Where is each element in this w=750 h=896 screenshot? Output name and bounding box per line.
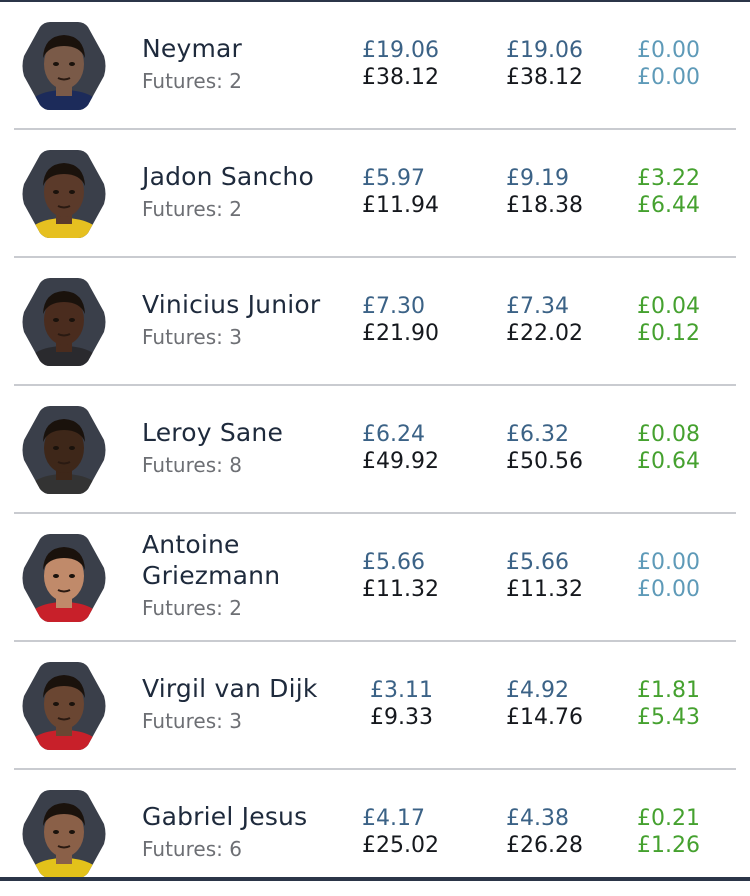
unit-value: £9.19 bbox=[506, 166, 569, 191]
player-avatar bbox=[20, 20, 108, 112]
total-change: £6.44 bbox=[637, 193, 700, 218]
total-price: £11.94 bbox=[362, 193, 439, 218]
price-column: £6.24 £49.92 bbox=[362, 386, 472, 510]
player-info: Gabriel Jesus Futures: 6 bbox=[142, 770, 347, 894]
total-change: £0.00 bbox=[637, 577, 700, 602]
player-futures: Futures: 8 bbox=[142, 452, 242, 477]
total-price: £9.33 bbox=[370, 705, 433, 730]
value-column: £4.38 £26.28 bbox=[506, 770, 616, 894]
price-column: £5.66 £11.32 bbox=[362, 514, 472, 638]
value-column: £7.34 £22.02 bbox=[506, 258, 616, 382]
total-price: £38.12 bbox=[362, 65, 439, 90]
value-column: £5.66 £11.32 bbox=[506, 514, 616, 638]
player-row[interactable]: Neymar Futures: 2 £19.06 £38.12 £19.06 £… bbox=[14, 2, 736, 130]
total-change: £1.26 bbox=[637, 833, 700, 858]
unit-value: £4.38 bbox=[506, 806, 569, 831]
total-value: £14.76 bbox=[506, 705, 583, 730]
unit-price: £7.30 bbox=[362, 294, 425, 319]
player-name: Gabriel Jesus bbox=[142, 801, 308, 831]
total-value: £22.02 bbox=[506, 321, 583, 346]
change-column: £0.00 £0.00 bbox=[637, 2, 747, 126]
unit-value: £4.92 bbox=[506, 678, 569, 703]
total-change: £0.00 bbox=[637, 65, 700, 90]
price-column: £19.06 £38.12 bbox=[362, 2, 472, 126]
player-futures: Futures: 2 bbox=[142, 68, 242, 93]
value-column: £9.19 £18.38 bbox=[506, 130, 616, 254]
price-column: £3.11 £9.33 bbox=[370, 642, 480, 766]
total-price: £49.92 bbox=[362, 449, 439, 474]
unit-change: £0.00 bbox=[637, 38, 700, 63]
change-column: £0.08 £0.64 bbox=[637, 386, 747, 510]
unit-value: £6.32 bbox=[506, 422, 569, 447]
player-name: Leroy Sane bbox=[142, 417, 284, 447]
player-row[interactable]: Vinicius Junior Futures: 3 £7.30 £21.90 … bbox=[14, 258, 736, 386]
unit-value: £19.06 bbox=[506, 38, 583, 63]
unit-price: £19.06 bbox=[362, 38, 439, 63]
player-name: Jadon Sancho bbox=[142, 161, 314, 191]
price-column: £4.17 £25.02 bbox=[362, 770, 472, 894]
player-futures: Futures: 6 bbox=[142, 836, 242, 861]
player-info: Neymar Futures: 2 bbox=[142, 2, 347, 126]
player-futures: Futures: 2 bbox=[142, 196, 242, 221]
player-name: Neymar bbox=[142, 33, 243, 63]
unit-value: £5.66 bbox=[506, 550, 569, 575]
player-name: Vinicius Junior bbox=[142, 289, 321, 319]
player-avatar bbox=[20, 788, 108, 880]
total-value: £38.12 bbox=[506, 65, 583, 90]
total-price: £21.90 bbox=[362, 321, 439, 346]
player-name: Antoine Griezmann bbox=[142, 530, 281, 590]
unit-change: £0.04 bbox=[637, 294, 700, 319]
player-list: Neymar Futures: 2 £19.06 £38.12 £19.06 £… bbox=[0, 2, 750, 896]
unit-price: £4.17 bbox=[362, 806, 425, 831]
value-column: £6.32 £50.56 bbox=[506, 386, 616, 510]
price-column: £7.30 £21.90 bbox=[362, 258, 472, 382]
value-column: £19.06 £38.12 bbox=[506, 2, 616, 126]
unit-change: £0.08 bbox=[637, 422, 700, 447]
price-column: £5.97 £11.94 bbox=[362, 130, 472, 254]
change-column: £3.22 £6.44 bbox=[637, 130, 747, 254]
player-futures: Futures: 2 bbox=[142, 596, 242, 620]
player-futures: Futures: 3 bbox=[142, 324, 242, 349]
unit-price: £3.11 bbox=[370, 678, 433, 703]
unit-change: £3.22 bbox=[637, 166, 700, 191]
player-info: Leroy Sane Futures: 8 bbox=[142, 386, 347, 510]
player-info: Virgil van Dijk Futures: 3 bbox=[142, 642, 347, 766]
player-avatar bbox=[20, 660, 108, 752]
player-info: Antoine Griezmann Futures: 2 bbox=[142, 514, 347, 638]
player-row[interactable]: Virgil van Dijk Futures: 3 £3.11 £9.33 £… bbox=[14, 642, 736, 770]
player-avatar bbox=[20, 532, 108, 624]
player-avatar bbox=[20, 148, 108, 240]
change-column: £0.21 £1.26 bbox=[637, 770, 747, 894]
total-value: £11.32 bbox=[506, 577, 583, 602]
total-value: £50.56 bbox=[506, 449, 583, 474]
unit-change: £0.00 bbox=[637, 550, 700, 575]
player-row[interactable]: Jadon Sancho Futures: 2 £5.97 £11.94 £9.… bbox=[14, 130, 736, 258]
total-value: £18.38 bbox=[506, 193, 583, 218]
unit-change: £1.81 bbox=[637, 678, 700, 703]
total-price: £25.02 bbox=[362, 833, 439, 858]
total-value: £26.28 bbox=[506, 833, 583, 858]
change-column: £1.81 £5.43 bbox=[637, 642, 747, 766]
total-change: £0.12 bbox=[637, 321, 700, 346]
player-avatar bbox=[20, 276, 108, 368]
total-price: £11.32 bbox=[362, 577, 439, 602]
player-info: Vinicius Junior Futures: 3 bbox=[142, 258, 347, 382]
player-name: Virgil van Dijk bbox=[142, 673, 318, 703]
total-change: £5.43 bbox=[637, 705, 700, 730]
unit-price: £6.24 bbox=[362, 422, 425, 447]
unit-price: £5.97 bbox=[362, 166, 425, 191]
change-column: £0.00 £0.00 bbox=[637, 514, 747, 638]
unit-change: £0.21 bbox=[637, 806, 700, 831]
unit-value: £7.34 bbox=[506, 294, 569, 319]
unit-price: £5.66 bbox=[362, 550, 425, 575]
player-row[interactable]: Leroy Sane Futures: 8 £6.24 £49.92 £6.32… bbox=[14, 386, 736, 514]
total-change: £0.64 bbox=[637, 449, 700, 474]
value-column: £4.92 £14.76 bbox=[506, 642, 616, 766]
bottom-bar bbox=[0, 877, 750, 881]
player-info: Jadon Sancho Futures: 2 bbox=[142, 130, 347, 254]
player-row[interactable]: Antoine Griezmann Futures: 2 £5.66 £11.3… bbox=[14, 514, 736, 642]
player-avatar bbox=[20, 404, 108, 496]
change-column: £0.04 £0.12 bbox=[637, 258, 747, 382]
player-futures: Futures: 3 bbox=[142, 708, 242, 733]
